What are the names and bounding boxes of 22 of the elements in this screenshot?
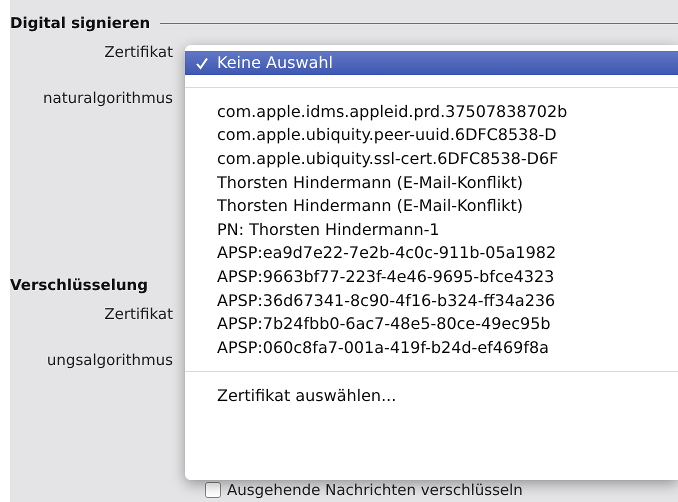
field-label: naturalgorithmus: [43, 89, 173, 107]
menu-item[interactable]: Thorsten Hindermann (E-Mail-Konflikt): [185, 194, 678, 218]
checkmark-icon: [195, 57, 209, 70]
menu-item[interactable]: Keine Auswahl: [185, 51, 678, 75]
menu-item[interactable]: APSP:060c8fa7-001a-419f-b24d-ef469f8a: [185, 336, 678, 360]
field-label: Zertifikat: [104, 305, 173, 323]
menu-item[interactable]: com.apple.idms.appleid.prd.37507838702b: [185, 100, 678, 124]
menu-item[interactable]: APSP:7b24fbb0-6ac7-48e5-80ce-49ec95b: [185, 312, 678, 336]
field-label: ungsalgorithmus: [46, 351, 173, 369]
checkbox[interactable]: [205, 482, 221, 498]
menu-item[interactable]: PN: Thorsten Hindermann-1: [185, 218, 678, 242]
menu-item[interactable]: com.apple.ubiquity.ssl-cert.6DFC8538-D6F: [185, 146, 678, 170]
menu-item[interactable]: APSP:9663bf77-223f-4e46-9695-bfce4323: [185, 264, 678, 288]
menu-item[interactable]: APSP:36d67341-8c90-4f16-b324-ff34a236: [185, 288, 678, 312]
field-label: Zertifikat: [104, 43, 173, 61]
section-title: Verschlüsselung: [10, 276, 148, 294]
checkbox-label: Ausgehende Nachrichten verschlüsseln: [227, 481, 523, 499]
menu-item[interactable]: Zertifikat auswählen...: [185, 384, 678, 408]
menu-item[interactable]: com.apple.ubiquity.peer-uuid.6DFC8538-D: [185, 123, 678, 147]
section-title: Digital signieren: [10, 14, 150, 32]
menu-item[interactable]: Thorsten Hindermann (E-Mail-Konflikt): [185, 170, 678, 194]
menu-item[interactable]: APSP:ea9d7e22-7e2b-4c0c-911b-05a1982: [185, 241, 678, 265]
